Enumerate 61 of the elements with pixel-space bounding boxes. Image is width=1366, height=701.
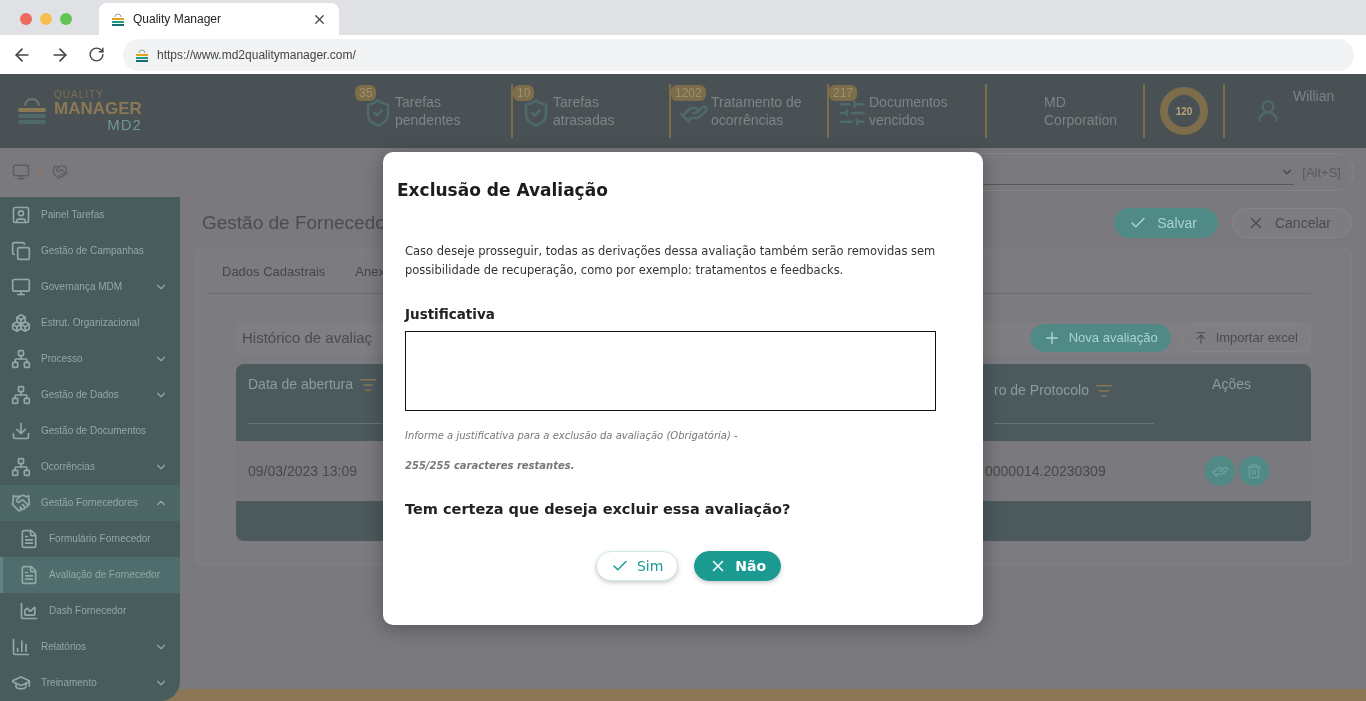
sort-icon[interactable] [359, 376, 378, 394]
sidebar-item[interactable]: Gestão de Documentos [0, 413, 180, 449]
upload-icon [1193, 331, 1208, 345]
handshake-icon[interactable] [52, 164, 68, 181]
delete-icon[interactable] [1239, 456, 1269, 486]
minimize-window-dot[interactable] [40, 12, 52, 25]
boxes-icon [11, 313, 31, 333]
hierarchy-icon [11, 457, 31, 477]
sidebar-item[interactable]: Dash Fornecedor [0, 593, 180, 629]
save-button[interactable]: Salvar [1114, 208, 1218, 238]
monitor-icon[interactable] [12, 163, 30, 182]
justification-field[interactable] [405, 331, 936, 411]
sidebar-item[interactable]: Processo [0, 341, 180, 377]
sidebar-item[interactable]: Avaliação de Fornecedor [0, 557, 180, 593]
sidebar-item[interactable]: Gestão de Campanhas [0, 233, 180, 269]
logo-icon [16, 96, 48, 127]
sidebar-item[interactable]: Gestão Fornecedores [0, 485, 180, 521]
sidebar-item[interactable]: Ocorrências [0, 449, 180, 485]
no-button[interactable]: Não [694, 551, 782, 581]
close-window-dot[interactable] [20, 12, 32, 25]
browser-tab[interactable]: Quality Manager [99, 3, 339, 36]
yes-button[interactable]: Sim [595, 551, 679, 581]
copy-icon [11, 241, 31, 261]
user-icon [1255, 98, 1281, 125]
logo-text: MD2 [107, 117, 142, 133]
confirmation-question: Tem certeza que deseja excluir essa avaliação? [405, 501, 792, 517]
sidebar-item[interactable]: Governança MDM [0, 269, 180, 305]
reload-icon[interactable] [88, 46, 105, 64]
field-hint: Informe a justificativa para a exclusão da avaliação (Obrigatória) - [405, 430, 739, 441]
download-icon [11, 421, 31, 441]
sort-icon[interactable] [1094, 382, 1113, 400]
character-counter: 255/255 caracteres restantes. [405, 460, 576, 471]
field-label: Justificativa [405, 306, 496, 322]
score-ring: 120 [1160, 87, 1208, 136]
maximize-window-dot[interactable] [60, 12, 72, 25]
sidebar-item[interactable]: Treinamento [0, 665, 180, 701]
hierarchy-icon [11, 349, 31, 369]
sidebar-item[interactable]: Gestão de Dados [0, 377, 180, 413]
dialog-message: Caso deseje prosseguir, todas as derivações dessa avaliação também serão removidas sem possibilidade de recuperação, como por exemplo: tratamentos e feedbacks. [405, 243, 936, 279]
document-icon [19, 565, 39, 585]
graduation-cap-icon [11, 673, 31, 693]
bar-chart-icon [11, 637, 31, 657]
sidebar-item[interactable]: Formulário Fornecedor [0, 521, 180, 557]
logo-text: MANAGER [54, 100, 142, 118]
column-header[interactable]: ro de Protocolo [994, 376, 1154, 424]
hand-icon[interactable] [1205, 456, 1235, 486]
hierarchy-icon [11, 385, 31, 405]
sidebar-item[interactable]: Relatórios [0, 629, 180, 665]
area-chart-icon [19, 601, 39, 621]
monitor-icon [11, 277, 31, 297]
document-icon [19, 529, 39, 549]
sidebar-item[interactable]: Painel Tarefas [0, 197, 180, 233]
site-logo-icon [111, 12, 125, 27]
user-card-icon [11, 205, 31, 225]
handshake-icon [11, 493, 31, 513]
sidebar-item[interactable]: Estrut. Organizacional [0, 305, 180, 341]
add-button[interactable]: Nova avaliação [1029, 324, 1171, 352]
column-header: Ações [1212, 376, 1251, 394]
address-bar[interactable]: https://www.md2qualitymanager.com/ [123, 38, 1354, 71]
dialog-title: Exclusão de Avaliação [397, 180, 609, 200]
site-logo-icon [135, 47, 149, 62]
